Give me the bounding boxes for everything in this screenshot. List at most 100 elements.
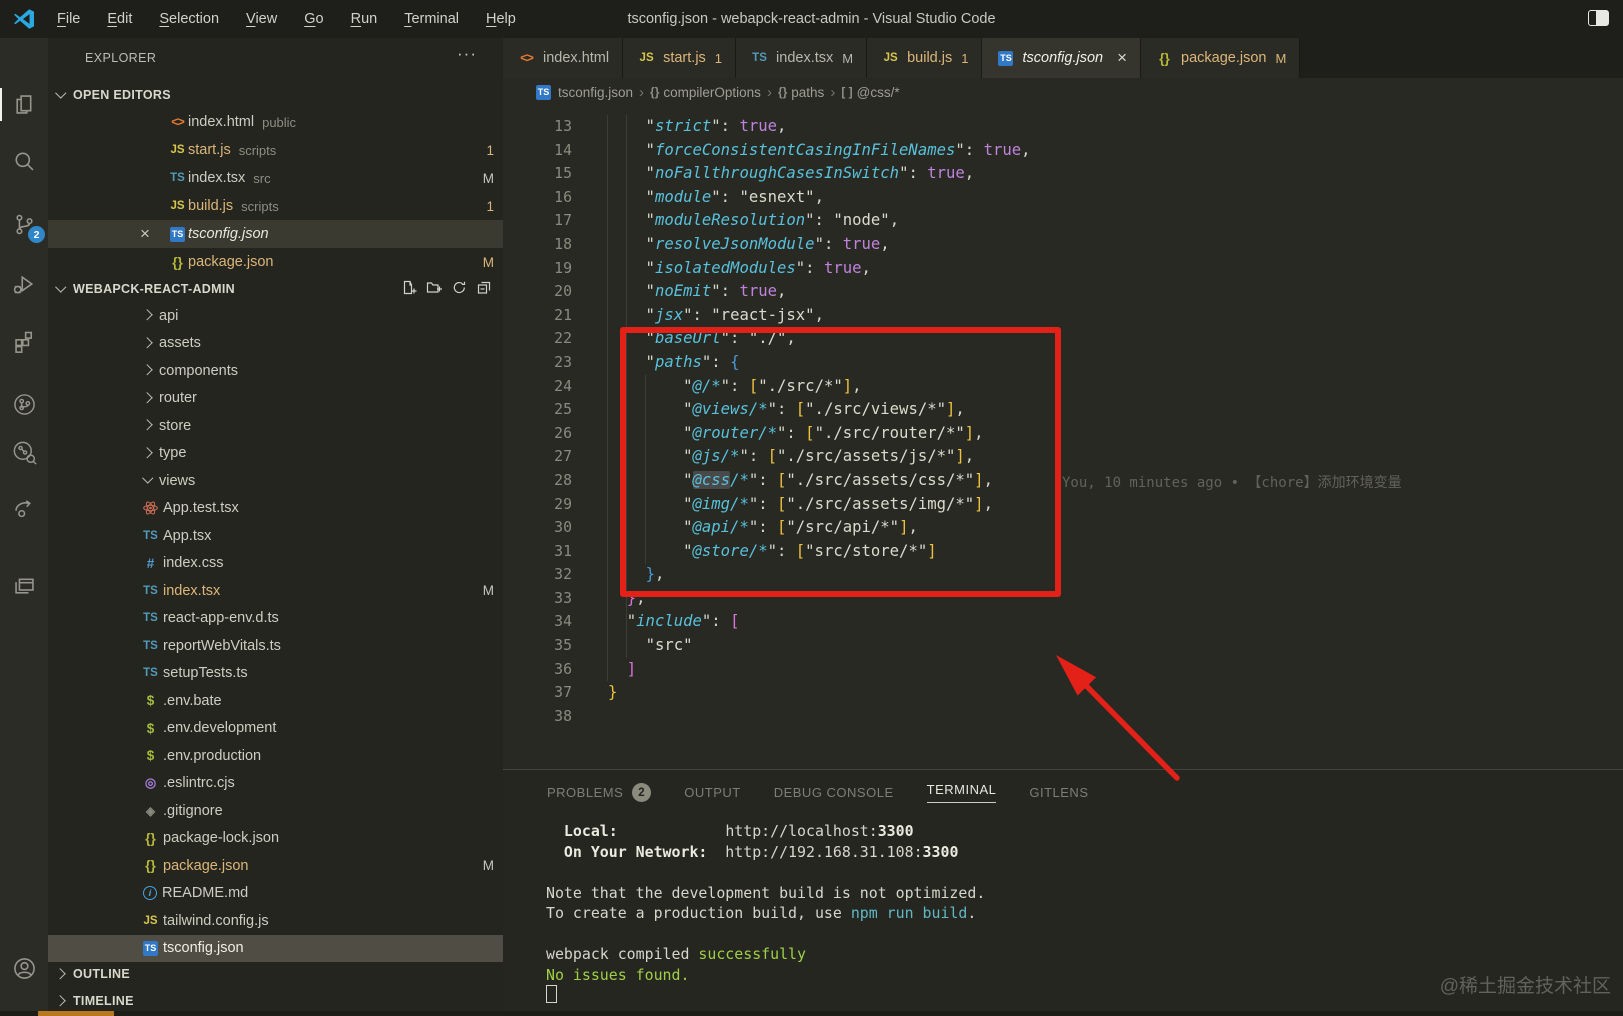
code-line[interactable]: "strict": true,: [608, 115, 1031, 139]
tab-index.tsx[interactable]: TS index.tsx M: [736, 38, 868, 78]
breadcrumb-item-compilerOptions[interactable]: {} compilerOptions: [650, 85, 761, 100]
code-line[interactable]: "@img/*": ["./src/assets/img/*"],: [608, 493, 1031, 517]
tree-item-.env.production[interactable]: $ .env.production: [48, 742, 503, 770]
tree-item-.env.development[interactable]: $ .env.development: [48, 715, 503, 743]
menu-item-edit[interactable]: Edit: [98, 8, 141, 30]
open-editor-index.html[interactable]: <> index.html public: [48, 108, 503, 136]
tree-item-api[interactable]: api: [48, 302, 503, 330]
code-line[interactable]: "@views/*": ["./src/views/*"],: [608, 398, 1031, 422]
code-line[interactable]: "forceConsistentCasingInFileNames": true…: [608, 139, 1031, 163]
tree-item-tailwind.config.js[interactable]: JS tailwind.config.js: [48, 907, 503, 935]
tree-item-App.test.tsx[interactable]: App.test.tsx: [48, 495, 503, 523]
tree-item-.gitignore[interactable]: ◈ .gitignore: [48, 797, 503, 825]
timeline-section-header[interactable]: TIMELINE: [48, 988, 503, 1011]
search-icon[interactable]: [0, 143, 48, 179]
panel-tab-gitlens[interactable]: GITLENS: [1029, 785, 1088, 800]
code-line[interactable]: "isolatedModules": true,: [608, 257, 1031, 281]
open-editor-tsconfig.json[interactable]: × TS tsconfig.json: [48, 220, 503, 248]
open-editors-section-header[interactable]: OPEN EDITORS: [48, 82, 503, 108]
open-editor-start.js[interactable]: JS start.js scripts 1: [48, 136, 503, 164]
code-line[interactable]: },: [608, 587, 1031, 611]
menu-item-go[interactable]: Go: [295, 8, 332, 30]
tab-build.js[interactable]: JS build.js 1: [867, 38, 983, 78]
new-file-icon[interactable]: [401, 279, 418, 296]
menu-item-run[interactable]: Run: [342, 8, 387, 30]
code-line[interactable]: "jsx": "react-jsx",: [608, 304, 1031, 328]
tree-item-reportWebVitals.ts[interactable]: TS reportWebVitals.ts: [48, 632, 503, 660]
open-editor-build.js[interactable]: JS build.js scripts 1: [48, 192, 503, 220]
code-line[interactable]: "baseUrl": "./",: [608, 327, 1031, 351]
code-line[interactable]: "@css/*": ["./src/assets/css/*"],: [608, 469, 1031, 493]
code-line[interactable]: "@api/*": ["/src/api/*"],: [608, 516, 1031, 540]
code-line[interactable]: "module": "esnext",: [608, 186, 1031, 210]
live-share-icon[interactable]: [0, 490, 48, 526]
tree-item-App.tsx[interactable]: TS App.tsx: [48, 522, 503, 550]
git-history-icon[interactable]: [0, 434, 48, 470]
open-editor-index.tsx[interactable]: TS index.tsx src M: [48, 164, 503, 192]
tree-item-router[interactable]: router: [48, 385, 503, 413]
panel-tab-terminal[interactable]: TERMINAL: [926, 782, 997, 803]
tree-item-tsconfig.json[interactable]: TS tsconfig.json: [48, 934, 503, 962]
code-line[interactable]: "src": [608, 634, 1031, 658]
outline-section-header[interactable]: OUTLINE: [48, 961, 503, 987]
remote-windows-icon[interactable]: [0, 567, 48, 603]
more-actions-icon[interactable]: ···: [457, 44, 477, 64]
tree-item-index.tsx[interactable]: TS index.tsx M: [48, 577, 503, 605]
menu-item-view[interactable]: View: [237, 8, 286, 30]
tab-package.json[interactable]: {} package.json M: [1141, 38, 1301, 78]
tree-item-package-lock.json[interactable]: {} package-lock.json: [48, 825, 503, 853]
account-icon[interactable]: [0, 950, 48, 986]
new-folder-icon[interactable]: [426, 279, 443, 296]
tree-item-assets[interactable]: assets: [48, 330, 503, 358]
menu-item-selection[interactable]: Selection: [150, 8, 228, 30]
project-section-header[interactable]: WEBAPCK-REACT-ADMIN: [48, 276, 503, 302]
code-line[interactable]: "include": [: [608, 610, 1031, 634]
code-editor[interactable]: 13 14 15 16 17 18 19 20 21 22 23 24 25 26 27 28 29 30 31 32…: [503, 106, 1623, 769]
panel-tab-output[interactable]: OUTPUT: [684, 785, 740, 800]
tree-item-type[interactable]: type: [48, 440, 503, 468]
tab-tsconfig.json[interactable]: TS tsconfig.json ×: [982, 38, 1142, 78]
code-line[interactable]: }: [608, 681, 1031, 705]
code-line[interactable]: "@/*": ["./src/*"],: [608, 375, 1031, 399]
gitlens-icon[interactable]: [0, 386, 48, 422]
code-line[interactable]: [608, 705, 1031, 729]
panel-tab-debug-console[interactable]: DEBUG CONSOLE: [774, 785, 894, 800]
code-line[interactable]: ]: [608, 658, 1031, 682]
tree-item-index.css[interactable]: # index.css: [48, 550, 503, 578]
code-line[interactable]: "resolveJsonModule": true,: [608, 233, 1031, 257]
explorer-icon[interactable]: [0, 86, 48, 122]
tree-item-.env.bate[interactable]: $ .env.bate: [48, 687, 503, 715]
code-line[interactable]: "@js/*": ["./src/assets/js/*"],: [608, 445, 1031, 469]
breadcrumb-item-tsconfig.json[interactable]: TS tsconfig.json: [533, 84, 633, 100]
code-line[interactable]: "paths": {: [608, 351, 1031, 375]
menu-item-file[interactable]: File: [48, 8, 89, 30]
tab-start.js[interactable]: JS start.js 1: [623, 38, 737, 78]
breadcrumb-item-paths[interactable]: {} paths: [778, 85, 824, 100]
tree-item-setupTests.ts[interactable]: TS setupTests.ts: [48, 660, 503, 688]
close-icon[interactable]: ×: [1117, 48, 1127, 68]
tree-item-react-app-env.d.ts[interactable]: TS react-app-env.d.ts: [48, 605, 503, 633]
open-editor-package.json[interactable]: {} package.json M: [48, 248, 503, 276]
tab-index.html[interactable]: <> index.html: [503, 38, 624, 78]
tree-item-README.md[interactable]: i README.md: [48, 880, 503, 908]
layout-toggle-icon[interactable]: [1588, 10, 1609, 26]
refresh-icon[interactable]: [451, 279, 468, 296]
run-debug-icon[interactable]: [0, 266, 48, 302]
code-line[interactable]: "noEmit": true,: [608, 280, 1031, 304]
code-line[interactable]: },: [608, 563, 1031, 587]
tree-item-components[interactable]: components: [48, 357, 503, 385]
menu-item-help[interactable]: Help: [477, 8, 525, 30]
extensions-icon[interactable]: [0, 323, 48, 359]
source-control-icon[interactable]: 2: [0, 206, 48, 243]
menu-item-terminal[interactable]: Terminal: [395, 8, 468, 30]
tree-item-store[interactable]: store: [48, 412, 503, 440]
code-line[interactable]: "noFallthroughCasesInSwitch": true,: [608, 162, 1031, 186]
close-icon[interactable]: ×: [48, 224, 167, 244]
tree-item-views[interactable]: views: [48, 467, 503, 495]
code-line[interactable]: "@router/*": ["./src/router/*"],: [608, 422, 1031, 446]
panel-tab-problems[interactable]: PROBLEMS 2: [547, 783, 652, 802]
tree-item-package.json[interactable]: {} package.json M: [48, 852, 503, 880]
tree-item-.eslintrc.cjs[interactable]: ◎ .eslintrc.cjs: [48, 770, 503, 798]
code-line[interactable]: "@store/*": ["src/store/*"]: [608, 540, 1031, 564]
collapse-all-icon[interactable]: [476, 279, 493, 296]
